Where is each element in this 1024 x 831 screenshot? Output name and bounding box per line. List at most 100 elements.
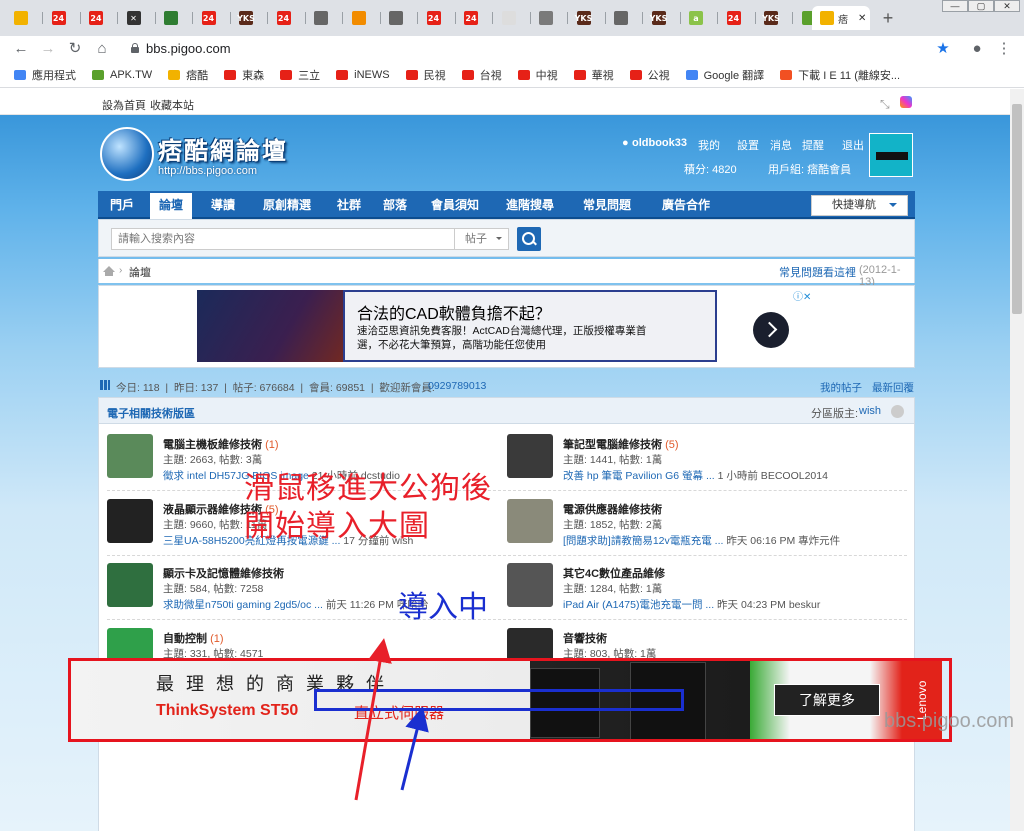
points[interactable]: 積分: 4820: [684, 161, 737, 177]
motherboard-icon[interactable]: [107, 434, 153, 478]
browser-tab[interactable]: [381, 6, 417, 30]
user-group[interactable]: 用戶組: 痞酷會員: [768, 161, 851, 177]
bookmark-item[interactable]: 下載 I E 11 (離線安...: [780, 67, 900, 83]
forward-icon[interactable]: →: [37, 38, 59, 60]
bookmark-star-icon[interactable]: ★: [932, 38, 954, 60]
quick-nav-dropdown[interactable]: 快捷導航: [811, 195, 908, 216]
latest-replies-link[interactable]: 最新回覆: [872, 380, 914, 395]
board-name[interactable]: 音響技術: [563, 630, 607, 646]
ad-arrow-icon[interactable]: [753, 312, 789, 348]
nav-item[interactable]: 社群: [330, 191, 368, 219]
browser-tab[interactable]: 24: [719, 6, 755, 30]
fullscreen-icon[interactable]: ⤡: [880, 97, 890, 112]
my-threads-link[interactable]: 我的帖子: [820, 380, 862, 395]
browser-tab[interactable]: 24: [419, 6, 455, 30]
settings-link[interactable]: 設置: [737, 137, 759, 153]
set-homepage-link[interactable]: 設為首頁: [102, 97, 146, 113]
browser-tab[interactable]: 24: [456, 6, 492, 30]
nav-item[interactable]: 論壇: [150, 193, 192, 219]
window-close-button[interactable]: ✕: [994, 0, 1020, 12]
home-icon[interactable]: ⌂: [91, 38, 113, 60]
browser-tab[interactable]: 24: [81, 6, 117, 30]
address-bar[interactable]: bbs.pigoo.com: [120, 36, 960, 60]
nav-item[interactable]: 部落: [376, 191, 414, 219]
board-row[interactable]: 筆記型電腦維修技術 (5) 主題: 1441, 帖數: 1萬 改善 hp 筆電 Pa…: [499, 430, 895, 490]
board-name[interactable]: 電腦主機板維修技術 (1): [163, 436, 279, 452]
last-post-link[interactable]: 改善 hp 筆電 Pavilion G6 螢幕 ...: [563, 470, 715, 482]
search-button[interactable]: [517, 227, 541, 251]
bookmark-item[interactable]: 華視: [573, 67, 614, 83]
forum-section-title[interactable]: 電子相關技術版區: [107, 405, 195, 421]
board-name[interactable]: 電源供應器維修技術: [563, 501, 662, 517]
nav-item[interactable]: 導讀: [202, 191, 244, 219]
avatar[interactable]: [869, 133, 913, 177]
username[interactable]: oldbook33: [632, 137, 687, 149]
tab-close-icon[interactable]: ✕: [858, 13, 866, 24]
ad-description[interactable]: 速洽亞思資訊免費客服！ActCAD台灣總代理，正版授權專業首選，不必花大筆預算，…: [357, 324, 657, 352]
laptop-icon[interactable]: [507, 434, 553, 478]
bookmark-item[interactable]: 三立: [280, 67, 320, 83]
board-name[interactable]: 筆記型電腦維修技術 (5): [563, 436, 679, 452]
bookmark-item[interactable]: APK.TW: [92, 69, 152, 81]
nav-item[interactable]: 原創精選: [254, 191, 320, 219]
printer-icon[interactable]: [507, 563, 553, 607]
search-input[interactable]: 請輸入搜索內容: [111, 228, 455, 250]
bookmark-item[interactable]: 中視: [517, 67, 558, 83]
ad-text-panel[interactable]: 合法的CAD軟體負擔不起？ 速洽亞思資訊免費客服！ActCAD台灣總代理，正版授…: [343, 290, 789, 362]
app-icon[interactable]: [900, 96, 912, 108]
my-link[interactable]: 我的: [698, 137, 720, 153]
bookmark-item[interactable]: 公視: [629, 67, 670, 83]
active-tab[interactable]: 痞 ✕: [812, 6, 870, 30]
browser-tab[interactable]: [494, 6, 530, 30]
nav-item[interactable]: 進階搜尋: [496, 191, 564, 219]
maximize-button[interactable]: ▢: [968, 0, 994, 12]
reload-icon[interactable]: ↻: [64, 38, 86, 60]
browser-tab[interactable]: [344, 6, 380, 30]
browser-tab[interactable]: YKS: [231, 6, 267, 30]
power-supply-icon[interactable]: [507, 498, 553, 543]
monitor-icon[interactable]: [107, 498, 153, 543]
ad-info-close-icon[interactable]: ⓘ✕: [793, 288, 811, 303]
bookmark-item[interactable]: iNEWS: [336, 69, 390, 81]
browser-tab[interactable]: [306, 6, 342, 30]
menu-icon[interactable]: ⋮: [993, 38, 1015, 60]
browser-tab[interactable]: YKS: [569, 6, 605, 30]
messages-link[interactable]: 消息: [770, 137, 792, 153]
bookmark-item[interactable]: 痞酷: [168, 67, 208, 83]
last-post-link[interactable]: [問題求助]請教簡易12v電瓶充電 ...: [563, 535, 723, 547]
faq-link[interactable]: 常見問題看這裡: [779, 264, 856, 280]
board-name[interactable]: 顯示卡及記憶體維修技術: [163, 565, 284, 581]
bookmark-item[interactable]: 應用程式: [14, 67, 76, 83]
home-breadcrumb-icon[interactable]: [103, 266, 115, 276]
minimize-button[interactable]: —: [942, 0, 968, 12]
search-scope-select[interactable]: 帖子: [455, 228, 509, 250]
profile-icon[interactable]: ●: [966, 38, 988, 60]
bookmark-item[interactable]: 台視: [461, 67, 502, 83]
collapse-icon[interactable]: [891, 405, 904, 418]
nav-item[interactable]: 門戶: [104, 191, 140, 219]
nav-item[interactable]: 廣告合作: [650, 191, 722, 219]
browser-tab[interactable]: ✕: [119, 6, 155, 30]
browser-tab[interactable]: a: [681, 6, 717, 30]
browser-tab[interactable]: 24: [44, 6, 80, 30]
board-name[interactable]: 其它4C數位產品維修: [563, 565, 665, 581]
breadcrumb-current[interactable]: 論壇: [129, 264, 151, 280]
nav-item[interactable]: 常見問題: [574, 191, 640, 219]
browser-tab[interactable]: [606, 6, 642, 30]
bookmark-item[interactable]: Google 翻譯: [685, 67, 764, 83]
bookmark-item[interactable]: 民視: [405, 67, 446, 83]
board-name[interactable]: 自動控制 (1): [163, 630, 224, 646]
browser-tab[interactable]: YKS: [644, 6, 680, 30]
last-post-link[interactable]: 求助微星n750ti gaming 2gd5/oc ...: [163, 599, 323, 611]
remind-link[interactable]: 提醒: [802, 137, 824, 153]
browser-tab[interactable]: YKS: [756, 6, 792, 30]
board-row[interactable]: 其它4C數位產品維修 主題: 1284, 帖數: 1萬 iPad Air (A14…: [499, 559, 895, 619]
new-tab-button[interactable]: +: [878, 8, 898, 28]
browser-tab[interactable]: [6, 6, 42, 30]
moderator-link[interactable]: wish: [859, 405, 881, 417]
browser-tab[interactable]: 24: [269, 6, 305, 30]
ad-headline[interactable]: 合法的CAD軟體負擔不起？: [357, 300, 551, 324]
board-row[interactable]: 電源供應器維修技術 主題: 1852, 帖數: 2萬 [問題求助]請教簡易12v電…: [499, 495, 895, 555]
bookmark-site-link[interactable]: 收藏本站: [150, 97, 194, 113]
last-post-link[interactable]: iPad Air (A1475)電池充電一問 ...: [563, 599, 714, 611]
